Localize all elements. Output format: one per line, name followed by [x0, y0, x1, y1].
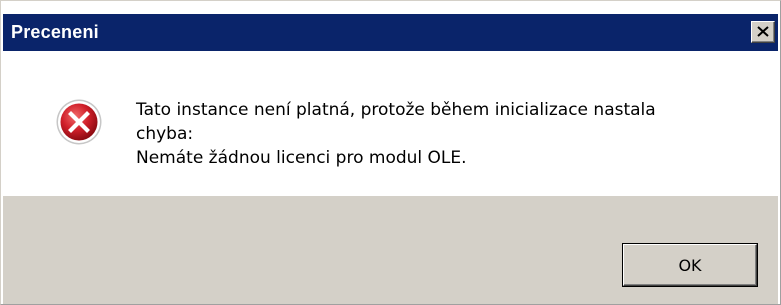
message-line-1: Tato instance není platná, protože během…	[136, 100, 656, 120]
message-area: Tato instance není platná, protože během…	[3, 51, 778, 196]
error-icon	[55, 98, 103, 146]
close-button[interactable]	[751, 21, 775, 43]
button-bar: OK	[3, 196, 778, 304]
title-bar[interactable]: Preceneni	[3, 14, 778, 51]
message-line-2: chyba:	[136, 124, 194, 144]
window-title: Preceneni	[11, 22, 99, 42]
ok-button[interactable]: OK	[623, 244, 757, 286]
error-message: Tato instance není platná, protože během…	[136, 98, 656, 170]
close-icon	[757, 26, 769, 37]
dialog-window: Preceneni Tato instance není platná, pro…	[0, 0, 781, 305]
message-line-3: Nemáte žádnou licenci pro modul OLE.	[136, 148, 467, 168]
